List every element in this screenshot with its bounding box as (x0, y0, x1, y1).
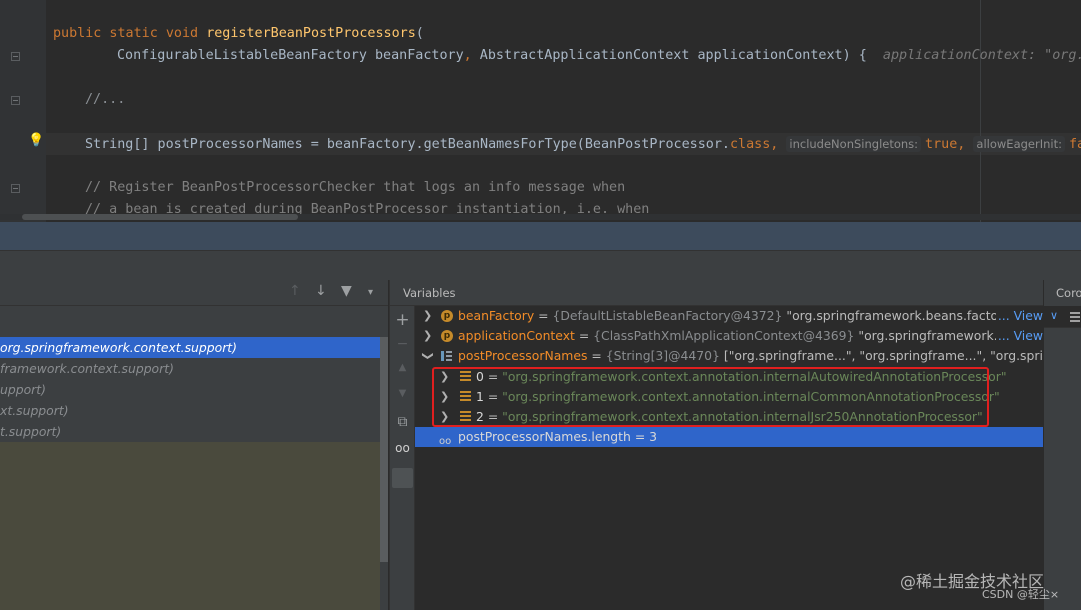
fold-marker[interactable] (11, 52, 20, 61)
field-icon (460, 371, 471, 382)
element-index: 2 (476, 409, 484, 424)
coroutines-panel: Corou ∨ (1043, 280, 1081, 610)
element-index: 1 (476, 389, 484, 404)
code-line-3: //... (85, 92, 126, 107)
expand-chevron-icon[interactable]: ❯ (440, 387, 449, 407)
param-hint: allowEagerInit: (973, 136, 1065, 152)
expand-chevron-icon[interactable]: ❯ (423, 326, 432, 346)
element-index: 0 (476, 369, 484, 384)
frame-item[interactable]: org.springframework.context.support) (0, 337, 380, 358)
variables-panel: Variables + − ▲ ▼ ⧉ oo ❯ p beanFactory =… (389, 280, 1043, 610)
element-value: "org.springframework.context.annotation.… (502, 409, 983, 424)
minus-icon[interactable]: − (395, 336, 410, 352)
expand-chevron-icon[interactable]: ❯ (440, 367, 449, 387)
right-margin-guide (980, 0, 981, 222)
expand-chevron-icon[interactable]: ❯ (440, 407, 449, 427)
arrow-up-icon[interactable]: ↑ (289, 283, 301, 299)
code-line-4: String[] postProcessorNames = beanFactor… (85, 136, 1081, 152)
variable-value: ["org.springframe...", "org.springframe.… (723, 348, 1043, 363)
frame-item[interactable]: xt.support) (0, 400, 380, 421)
editor-gutter: 💡 (0, 0, 46, 222)
variable-row[interactable]: ❯ p applicationContext = {ClassPathXmlAp… (415, 326, 1043, 346)
coroutines-dropdown[interactable]: ∨ (1050, 309, 1058, 322)
chevron-down-icon[interactable]: ▾ (368, 287, 373, 298)
parameter-icon: p (441, 310, 453, 322)
coroutines-toolbar: ∨ (1044, 306, 1081, 328)
fold-marker[interactable] (11, 184, 20, 193)
watch-value: 3 (649, 429, 658, 444)
collapse-chevron-icon[interactable]: ❯ (418, 351, 438, 360)
inline-value-hint: applicationContext: "org.s (882, 48, 1081, 63)
glasses-icon: oo (395, 441, 410, 455)
parameter-icon: p (441, 330, 453, 342)
code-line-1: public static void registerBeanPostProce… (53, 26, 424, 41)
coroutines-title: Corou (1056, 286, 1081, 300)
variable-type: {DefaultListableBeanFactory@4372} (552, 308, 783, 323)
variables-toolbar: + − ▲ ▼ ⧉ oo (390, 306, 415, 610)
vertical-scrollbar[interactable] (380, 337, 388, 562)
watch-glasses-icon: oo (439, 436, 452, 447)
frame-item[interactable]: upport) (0, 379, 380, 400)
watch-row[interactable]: oo postProcessorNames.length = 3 (415, 427, 1043, 447)
variable-name: applicationContext (458, 328, 575, 343)
list-icon[interactable] (1070, 312, 1080, 322)
show-watches-button[interactable] (392, 468, 413, 488)
code-line-2: ConfigurableListableBeanFactory beanFact… (117, 45, 1081, 67)
filter-icon[interactable]: ▼ (341, 283, 352, 299)
watermark-csdn: CSDN @轻尘× (982, 588, 1060, 601)
debug-toolbar (0, 250, 1081, 280)
variables-title: Variables (403, 286, 456, 300)
frames-list: org.springframework.context.support) fra… (0, 337, 380, 442)
array-element-row[interactable]: ❯ 1 = "org.springframework.context.annot… (415, 387, 1043, 407)
watch-expression: postProcessorNames.length (458, 429, 631, 444)
frame-item[interactable]: t.support) (0, 421, 380, 442)
variable-name: beanFactory (458, 308, 535, 323)
frame-item[interactable]: framework.context.support) (0, 358, 380, 379)
variable-name: postProcessorNames (458, 348, 588, 363)
lightbulb-icon[interactable]: 💡 (28, 133, 44, 148)
code-editor[interactable]: 💡 public static void registerBeanPostPro… (0, 0, 1081, 222)
variable-type: {String[3]@4470} (605, 348, 720, 363)
element-value: "org.springframework.context.annotation.… (502, 389, 1000, 404)
array-element-row[interactable]: ❯ 0 = "org.springframework.context.annot… (415, 367, 1043, 387)
frames-empty-area (0, 442, 380, 610)
field-icon (460, 391, 471, 402)
frames-toolbar: ↑ ↓ ▼ ▾ (0, 280, 388, 306)
param-hint: includeNonSingletons: (786, 136, 922, 152)
move-down-icon[interactable]: ▼ (395, 388, 410, 399)
move-up-icon[interactable]: ▲ (395, 362, 410, 373)
add-icon[interactable]: + (395, 310, 410, 330)
horizontal-scrollbar[interactable] (22, 214, 298, 220)
editor-bottom-bar (0, 222, 1081, 250)
variable-row[interactable]: ❯ postProcessorNames = {String[3]@4470} … (415, 346, 1043, 366)
view-link[interactable]: ... View (995, 306, 1043, 326)
arrow-down-icon[interactable]: ↓ (315, 283, 327, 299)
expand-chevron-icon[interactable]: ❯ (423, 306, 432, 326)
code-comment-line: // Register BeanPostProcessorChecker tha… (85, 180, 626, 195)
element-value: "org.springframework.context.annotation.… (502, 369, 1007, 384)
array-element-row[interactable]: ❯ 2 = "org.springframework.context.annot… (415, 407, 1043, 427)
fold-marker[interactable] (11, 96, 20, 105)
array-icon (441, 350, 452, 362)
variables-header: Variables (390, 280, 1043, 306)
field-icon (460, 411, 471, 422)
variable-row[interactable]: ❯ p beanFactory = {DefaultListableBeanFa… (415, 306, 1043, 326)
frames-panel: ↑ ↓ ▼ ▾ org.springframework.context.supp… (0, 280, 388, 610)
variable-type: {ClassPathXmlApplicationContext@4369} (593, 328, 855, 343)
copy-icon[interactable]: ⧉ (395, 414, 410, 430)
view-link[interactable]: ... View (995, 326, 1043, 346)
